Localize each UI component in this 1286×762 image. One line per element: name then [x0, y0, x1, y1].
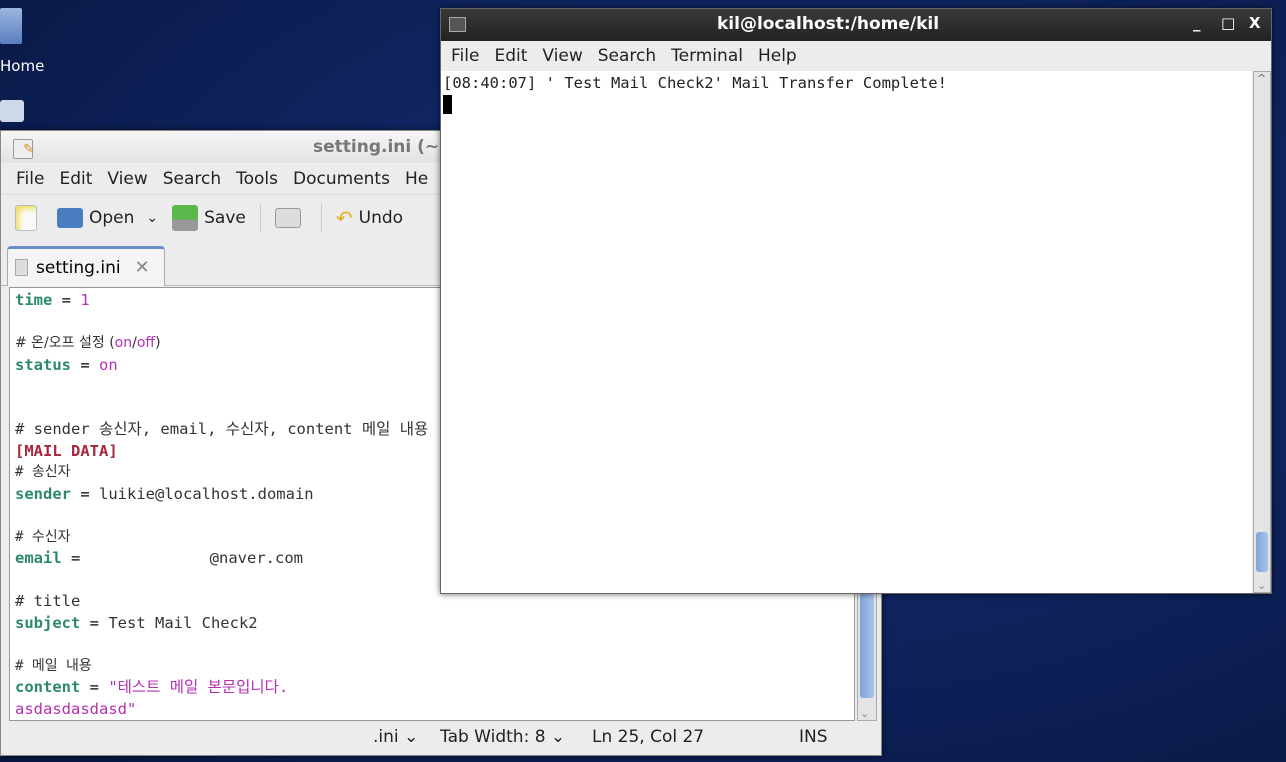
ini-value: luikie@localhost.domain: [99, 484, 314, 503]
terminal-app-icon: [449, 17, 466, 32]
ini-value: Test Mail Check2: [108, 613, 258, 632]
tab-width-selector[interactable]: Tab Width: 8 ⌄: [440, 727, 565, 747]
undo-label: Undo: [358, 207, 404, 228]
ini-key: sender: [15, 484, 71, 503]
ini-key: content: [15, 678, 81, 696]
menu-help[interactable]: He: [405, 169, 428, 189]
redacted-block: [89, 549, 210, 568]
printer-icon: [274, 207, 301, 228]
menu-tools[interactable]: Tools: [236, 169, 278, 189]
comment-off: off: [136, 335, 156, 351]
undo-icon: ↶: [335, 205, 353, 230]
equals: =: [52, 291, 81, 309]
comment-line: # 메일 내용: [15, 657, 92, 674]
new-button[interactable]: [15, 204, 43, 231]
open-label: Open: [89, 207, 135, 228]
ini-key: email: [15, 549, 62, 567]
ini-value: 1: [80, 291, 90, 309]
insert-mode: INS: [799, 727, 828, 747]
terminal-title: kil@localhost:/home/kil: [717, 14, 940, 34]
comment-on: on: [114, 335, 133, 351]
ini-key: status: [15, 355, 71, 374]
terminal-line: [08:40:07] ' Test Mail Check2' Mail Tran…: [443, 74, 947, 92]
equals: =: [71, 355, 99, 374]
language-selector[interactable]: .ini ⌄: [373, 727, 418, 747]
menu-edit[interactable]: Edit: [59, 169, 92, 189]
toolbar-separator: [259, 203, 261, 232]
desktop-home-icon[interactable]: [0, 8, 22, 44]
editor-app-icon: ✎: [13, 139, 34, 159]
scroll-down-icon[interactable]: ⌄: [1257, 579, 1266, 592]
menu-edit[interactable]: Edit: [494, 46, 527, 66]
open-dropdown-icon[interactable]: ⌄: [146, 210, 158, 226]
scroll-up-icon[interactable]: ^: [1257, 72, 1266, 85]
code-line: subject = Test Mail Check2: [15, 613, 854, 635]
tab-setting-ini[interactable]: setting.ini ✕: [7, 246, 165, 286]
menu-documents[interactable]: Documents: [293, 169, 390, 189]
comment-line: # title: [15, 592, 81, 610]
terminal-scrollbar[interactable]: ^ ⌄: [1253, 71, 1271, 593]
save-button[interactable]: Save: [172, 204, 246, 231]
menu-file[interactable]: File: [451, 46, 479, 66]
menu-view[interactable]: View: [542, 46, 582, 66]
folder-icon: [57, 207, 83, 228]
menu-help[interactable]: Help: [758, 46, 797, 66]
ini-value: @naver.com: [209, 549, 303, 567]
toolbar-separator: [320, 203, 322, 232]
scroll-down-icon[interactable]: ⌄: [860, 707, 869, 720]
equals: =: [61, 549, 90, 567]
terminal-output[interactable]: [08:40:07] ' Test Mail Check2' Mail Tran…: [441, 71, 1252, 593]
undo-button[interactable]: ↶ Undo: [336, 206, 403, 230]
desktop-home-label[interactable]: Home: [0, 57, 44, 75]
ini-value: "테스트 메일 본문입니다.: [108, 678, 289, 696]
desktop-computer-icon[interactable]: [0, 100, 24, 122]
save-label: Save: [204, 207, 246, 228]
scrollbar-thumb[interactable]: [860, 588, 874, 698]
new-document-icon: [15, 204, 37, 231]
save-icon: [172, 204, 199, 231]
scrollbar-thumb[interactable]: [1256, 532, 1268, 572]
document-icon: [15, 259, 28, 276]
menu-search[interactable]: Search: [163, 169, 221, 189]
terminal-window: kil@localhost:/home/kil _ □ X File Edit …: [440, 8, 1272, 594]
equals: =: [80, 613, 109, 632]
maximize-button[interactable]: □: [1221, 14, 1235, 32]
ini-value: on: [99, 355, 118, 374]
code-line: content = "테스트 메일 본문입니다.: [15, 677, 854, 699]
menu-view[interactable]: View: [107, 169, 147, 189]
print-button[interactable]: [274, 207, 307, 228]
menu-file[interactable]: File: [16, 169, 44, 189]
ini-key: subject: [15, 613, 81, 632]
terminal-cursor: [443, 95, 452, 114]
comment-text: # 온/오프 설정 (: [15, 335, 115, 351]
close-tab-icon[interactable]: ✕: [135, 257, 150, 278]
terminal-title-bar[interactable]: kil@localhost:/home/kil _ □ X: [441, 9, 1271, 41]
terminal-menubar: File Edit View Search Terminal Help: [441, 41, 1271, 71]
equals: =: [71, 484, 99, 503]
menu-terminal[interactable]: Terminal: [671, 46, 743, 66]
code-line: asdasdasdasd": [15, 699, 137, 718]
open-button[interactable]: Open ⌄: [57, 207, 158, 228]
comment-paren: ): [155, 335, 161, 351]
editor-title: setting.ini (~: [313, 137, 440, 157]
equals: =: [80, 678, 109, 696]
ini-key: time: [15, 291, 53, 309]
cursor-position: Ln 25, Col 27: [592, 727, 705, 747]
minimize-button[interactable]: _: [1193, 14, 1201, 32]
editor-statusbar: .ini ⌄ Tab Width: 8 ⌄ Ln 25, Col 27 INS: [1, 721, 881, 755]
menu-search[interactable]: Search: [598, 46, 656, 66]
tab-label: setting.ini: [36, 257, 121, 278]
close-button[interactable]: X: [1249, 14, 1261, 32]
